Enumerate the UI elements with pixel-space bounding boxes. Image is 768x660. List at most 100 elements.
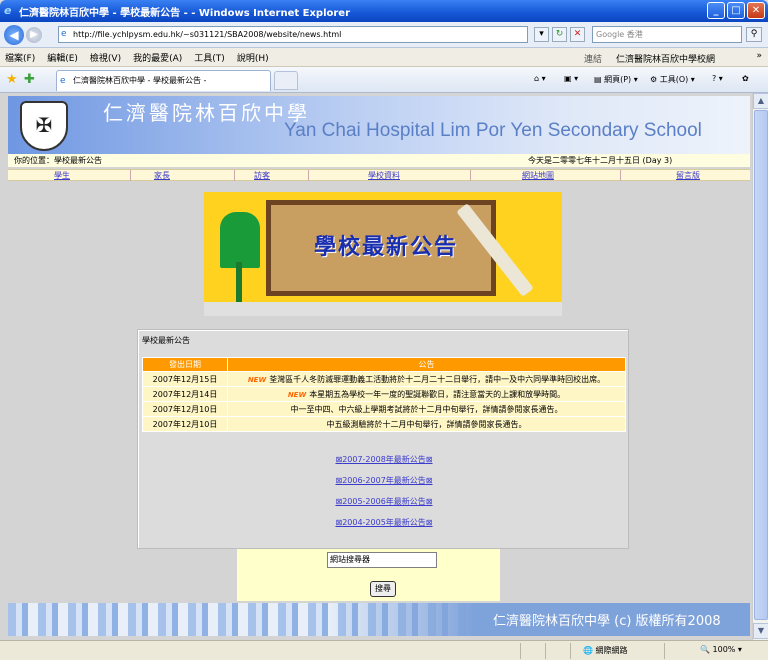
nav-students[interactable]: 學生 <box>54 170 70 181</box>
row-text: 中一至中四、中六級上學期考試將於十二月中旬舉行，詳情請參閱家長通告。 <box>227 401 626 417</box>
site-search-button[interactable]: 搜尋 <box>370 581 396 597</box>
school-name-zh: 仁濟醫院林百欣中學 <box>103 101 310 125</box>
close-button[interactable]: ✕ <box>747 2 765 19</box>
stop-icon[interactable]: ✕ <box>570 27 585 42</box>
table-row: 2007年12月10日 中五級測驗將於十二月中旬舉行，詳情請參閱家長通告。 <box>142 416 626 432</box>
menu-file[interactable]: 檔案(F) <box>5 51 35 64</box>
forward-button[interactable]: ▶ <box>26 26 42 43</box>
archive-link-2004-2005[interactable]: ⊠2004-2005年最新公告⊠ <box>138 517 630 528</box>
research-icon[interactable]: ✿ <box>742 74 749 83</box>
home-icon[interactable]: ⌂ ▾ <box>534 74 546 83</box>
page-menu[interactable]: ▤ 網頁(P) ▾ <box>594 74 638 85</box>
poster-title: 學校最新公告 <box>313 234 458 260</box>
security-zone: 🌐 網際網路 <box>583 646 628 655</box>
menu-edit[interactable]: 編輯(E) <box>47 51 78 64</box>
notice-title: 學校最新公告 <box>142 336 190 345</box>
notice-panel: 學校最新公告 發出日期 公告 2007年12月15日 NEW 荃灣區千人冬防滅罪運… <box>137 329 629 549</box>
status-divider <box>520 643 521 659</box>
mailbox-icon <box>220 212 260 268</box>
table-row: 2007年12月14日 NEW 本星期五為學校一年一度的聖誕聯歡日，請注意當天的上… <box>142 386 626 402</box>
nav-divider <box>234 170 235 181</box>
scroll-up-arrow[interactable]: ▲ <box>753 93 768 109</box>
nav-school-info[interactable]: 學校資料 <box>368 170 400 181</box>
menu-bar: 檔案(F) 編輯(E) 檢視(V) 我的最愛(A) 工具(T) 說明(H) 連結… <box>0 48 768 67</box>
table-row: 2007年12月10日 中一至中四、中六級上學期考試將於十二月中旬舉行，詳情請參… <box>142 401 626 417</box>
broken-image-icon: ⊠ <box>425 476 433 485</box>
window-controls: _ □ ✕ <box>707 2 765 19</box>
nav-visitors[interactable]: 訪客 <box>254 170 270 181</box>
page-viewport: ✠ 仁濟醫院林百欣中學 Yan Chai Hospital Lim Por Ye… <box>0 93 752 640</box>
broken-image-icon: ⊠ <box>425 518 433 527</box>
scroll-down-arrow[interactable]: ▼ <box>753 623 768 639</box>
today-date: 今天是二零零七年十二月十五日 (Day 3) <box>528 156 673 165</box>
address-dropdown-button[interactable]: ▾ <box>534 27 549 42</box>
nav-divider <box>470 170 471 181</box>
nav-parents[interactable]: 家長 <box>154 170 170 181</box>
table-row: 2007年12月15日 NEW 荃灣區千人冬防滅罪運動義工活動將於十二月二十二日舉… <box>142 371 626 387</box>
site-search-input[interactable]: 網站搜尋器 <box>327 552 437 568</box>
window-title-bar: e 仁濟醫院林百欣中學 - 學校最新公告 - - Windows Interne… <box>0 0 768 22</box>
poster-strip <box>204 302 562 316</box>
row-text: 中五級測驗將於十二月中旬舉行，詳情請參閱家長通告。 <box>227 416 626 432</box>
search-field[interactable]: Google 香港 <box>592 26 742 43</box>
scroll-thumb[interactable] <box>754 110 768 620</box>
add-favorite-icon[interactable]: ✚ <box>24 72 35 87</box>
new-badge-icon: NEW <box>247 375 267 384</box>
browser-tab[interactable]: e 仁濟醫院林百欣中學 - 學校最新公告 - <box>56 70 271 91</box>
address-field[interactable]: e http://file.ychlpysm.edu.hk/~s031121/S… <box>58 26 528 43</box>
menu-tools[interactable]: 工具(T) <box>194 51 225 64</box>
feeds-icon[interactable]: ▣ ▾ <box>564 74 578 83</box>
maximize-button[interactable]: □ <box>727 2 745 19</box>
mailbox-post <box>236 262 242 302</box>
school-banner: ✠ 仁濟醫院林百欣中學 Yan Chai Hospital Lim Por Ye… <box>8 96 750 154</box>
copyright-text: 仁濟醫院林百欣中學 (c) 版權所有2008 <box>493 614 721 629</box>
news-poster: 學校最新公告 <box>204 192 562 302</box>
search-icon[interactable]: ⚲ <box>746 27 762 42</box>
page-footer: 仁濟醫院林百欣中學 (c) 版權所有2008 <box>8 603 750 636</box>
row-date: 2007年12月15日 <box>142 371 228 387</box>
nav-divider <box>308 170 309 181</box>
archive-link-2005-2006[interactable]: ⊠2005-2006年最新公告⊠ <box>138 496 630 507</box>
nav-sitemap[interactable]: 網站地圖 <box>522 170 554 181</box>
tab-label: 仁濟醫院林百欣中學 - 學校最新公告 - <box>73 76 207 85</box>
notice-table: 發出日期 公告 2007年12月15日 NEW 荃灣區千人冬防滅罪運動義工活動將於… <box>142 357 626 432</box>
status-bar: 🌐 網際網路 🔍 100% ▾ <box>0 640 768 660</box>
broken-image-icon: ⊠ <box>425 497 433 506</box>
nav-divider <box>130 170 131 181</box>
new-tab-button[interactable] <box>274 71 298 90</box>
page-icon: e <box>60 76 66 86</box>
status-divider <box>570 643 571 659</box>
minimize-button[interactable]: _ <box>707 2 725 19</box>
links-label: 連結 <box>584 55 603 65</box>
vertical-scrollbar[interactable]: ▲ ▼ <box>752 93 768 640</box>
row-text: NEW 荃灣區千人冬防滅罪運動義工活動將於十二月二十二日舉行，請中一及中六同學準時… <box>227 371 626 387</box>
row-text: NEW 本星期五為學校一年一度的聖誕聯歡日，請注意當天的上課和放學時間。 <box>227 386 626 402</box>
tools-menu[interactable]: ⚙ 工具(O) ▾ <box>650 74 695 85</box>
nav-divider <box>620 170 621 181</box>
archive-link-2007-2008[interactable]: ⊠2007-2008年最新公告⊠ <box>138 454 630 465</box>
main-nav: 學生 家長 訪客 學校資料 網站地圖 留言版 <box>8 169 750 181</box>
archive-link-2006-2007[interactable]: ⊠2006-2007年最新公告⊠ <box>138 475 630 486</box>
back-button[interactable]: ◀ <box>4 24 24 45</box>
address-toolbar: ◀ ▶ e http://file.ychlpysm.edu.hk/~s0311… <box>0 22 768 48</box>
site-search-box: 網站搜尋器 搜尋 <box>237 549 500 601</box>
nav-guestbook[interactable]: 留言版 <box>676 170 700 181</box>
links-site-item[interactable]: 仁濟醫院林百欣中學校網 <box>616 52 715 65</box>
menu-favorites[interactable]: 我的最愛(A) <box>133 51 182 64</box>
table-header-row: 發出日期 公告 <box>142 357 626 372</box>
location-bar: 你的位置：學校最新公告 今天是二零零七年十二月十五日 (Day 3) <box>8 154 750 167</box>
current-location: 你的位置：學校最新公告 <box>14 156 102 165</box>
menu-help[interactable]: 說明(H) <box>237 51 269 64</box>
page-icon: e <box>61 29 67 39</box>
status-divider <box>545 643 546 659</box>
chevron-icon[interactable]: » <box>756 51 762 61</box>
menu-view[interactable]: 檢視(V) <box>90 51 121 64</box>
status-divider <box>664 643 665 659</box>
refresh-icon[interactable]: ↻ <box>552 27 567 42</box>
new-badge-icon: NEW <box>287 390 307 399</box>
help-icon[interactable]: ? ▾ <box>712 74 723 83</box>
favorites-star-icon[interactable]: ★ <box>6 72 18 87</box>
header-date: 發出日期 <box>142 357 228 372</box>
zoom-level[interactable]: 🔍 100% ▾ <box>700 645 742 654</box>
row-date: 2007年12月10日 <box>142 401 228 417</box>
